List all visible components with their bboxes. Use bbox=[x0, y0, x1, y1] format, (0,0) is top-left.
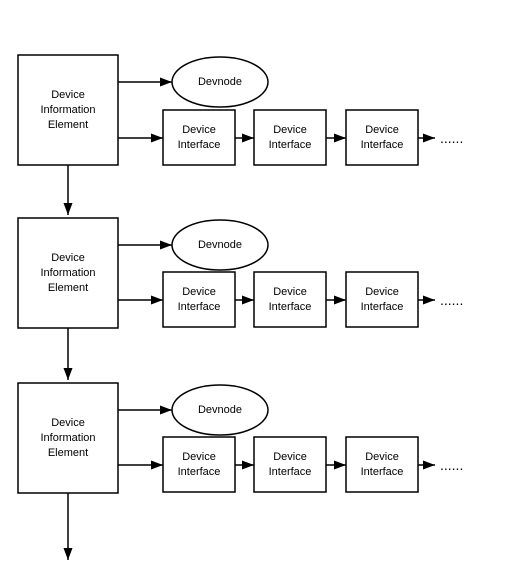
devnode-label-1: Devnode bbox=[198, 76, 242, 88]
di-label-2-1: Device bbox=[182, 286, 216, 298]
svg-text:Element: Element bbox=[48, 119, 88, 131]
dots-row1: ...... bbox=[440, 130, 463, 146]
device-info-label-3: Device bbox=[51, 417, 85, 429]
svg-text:Interface: Interface bbox=[269, 139, 312, 151]
di-box-3-1 bbox=[163, 437, 235, 492]
di-label-1-2: Device bbox=[273, 124, 307, 136]
dots-row2: ...... bbox=[440, 292, 463, 308]
di-box-2-1 bbox=[163, 272, 235, 327]
svg-text:Information: Information bbox=[40, 267, 95, 279]
svg-text:Information: Information bbox=[40, 432, 95, 444]
di-label-1-3: Device bbox=[365, 124, 399, 136]
svg-text:Information: Information bbox=[40, 104, 95, 116]
dots-row3: ...... bbox=[440, 457, 463, 473]
svg-text:Element: Element bbox=[48, 282, 88, 294]
svg-text:Interface: Interface bbox=[361, 301, 404, 313]
di-label-3-2: Device bbox=[273, 451, 307, 463]
di-label-3-1: Device bbox=[182, 451, 216, 463]
svg-text:Element: Element bbox=[48, 447, 88, 459]
diagram-svg: Device Information Element Devnode Devic… bbox=[0, 0, 530, 577]
di-label-3-3: Device bbox=[365, 451, 399, 463]
di-box-1-3 bbox=[346, 110, 418, 165]
diagram-container: Device Information Element Devnode Devic… bbox=[0, 0, 530, 577]
di-box-3-2 bbox=[254, 437, 326, 492]
svg-text:Interface: Interface bbox=[269, 466, 312, 478]
di-label-2-2: Device bbox=[273, 286, 307, 298]
di-box-2-3 bbox=[346, 272, 418, 327]
di-label-2-3: Device bbox=[365, 286, 399, 298]
svg-text:Interface: Interface bbox=[178, 301, 221, 313]
di-label-1-1: Device bbox=[182, 124, 216, 136]
svg-text:Interface: Interface bbox=[361, 466, 404, 478]
device-info-label-2: Device bbox=[51, 252, 85, 264]
devnode-label-3: Devnode bbox=[198, 404, 242, 416]
di-box-1-1 bbox=[163, 110, 235, 165]
di-box-1-2 bbox=[254, 110, 326, 165]
device-info-label-1: Device bbox=[51, 89, 85, 101]
devnode-label-2: Devnode bbox=[198, 239, 242, 251]
di-box-3-3 bbox=[346, 437, 418, 492]
svg-text:Interface: Interface bbox=[361, 139, 404, 151]
svg-text:Interface: Interface bbox=[178, 139, 221, 151]
svg-text:Interface: Interface bbox=[178, 466, 221, 478]
di-box-2-2 bbox=[254, 272, 326, 327]
svg-text:Interface: Interface bbox=[269, 301, 312, 313]
